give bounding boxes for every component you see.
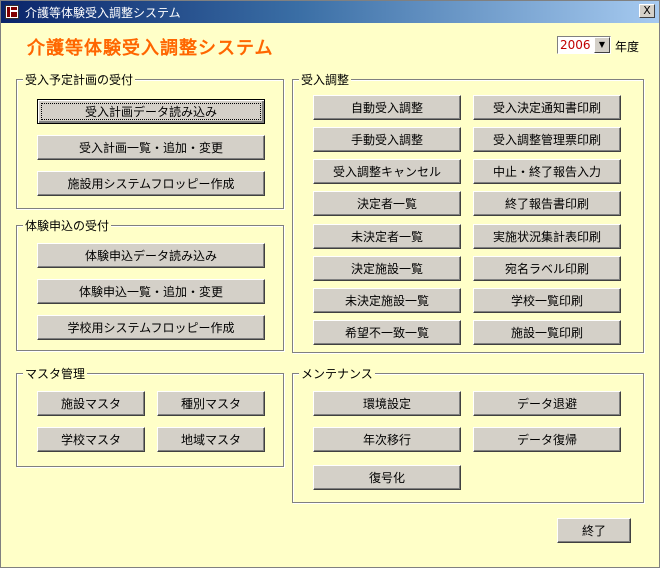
year-value: 2006 <box>560 38 591 52</box>
print-school-list-button[interactable]: 学校一覧印刷 <box>473 288 621 313</box>
manual-adjust-button[interactable]: 手動受入調整 <box>313 127 461 152</box>
print-facility-list-button[interactable]: 施設一覧印刷 <box>473 320 621 345</box>
group-label: マスタ管理 <box>23 365 88 382</box>
decided-list-button[interactable]: 決定者一覧 <box>313 191 461 216</box>
school-floppy-button[interactable]: 学校用システムフロッピー作成 <box>37 315 265 340</box>
annual-transition-button[interactable]: 年次移行 <box>313 427 461 452</box>
undecided-facility-list-button[interactable]: 未決定施設一覧 <box>313 288 461 313</box>
auto-adjust-button[interactable]: 自動受入調整 <box>313 95 461 120</box>
print-end-report-button[interactable]: 終了報告書印刷 <box>473 191 621 216</box>
year-label: 年度 <box>615 40 640 54</box>
type-master-button[interactable]: 種別マスタ <box>157 391 265 416</box>
mismatch-list-button[interactable]: 希望不一致一覧 <box>313 320 461 345</box>
group-label: 受入予定計画の受付 <box>23 71 136 88</box>
region-master-button[interactable]: 地域マスタ <box>157 427 265 452</box>
group-label: 体験申込の受付 <box>23 217 112 234</box>
school-master-button[interactable]: 学校マスタ <box>37 427 145 452</box>
print-address-label-button[interactable]: 宛名ラベル印刷 <box>473 256 621 281</box>
print-adjust-sheet-button[interactable]: 受入調整管理票印刷 <box>473 127 621 152</box>
exit-button[interactable]: 終了 <box>557 518 631 543</box>
window-title: 介護等体験受入調整システム <box>25 6 181 20</box>
decided-facility-list-button[interactable]: 決定施設一覧 <box>313 256 461 281</box>
environment-settings-button[interactable]: 環境設定 <box>313 391 461 416</box>
app-icon <box>5 5 19 19</box>
plan-list-button[interactable]: 受入計画一覧・追加・変更 <box>37 135 265 160</box>
group-adjustment: 受入調整 自動受入調整 手動受入調整 受入調整キャンセル 決定者一覧 未決定者一… <box>292 71 644 353</box>
application-list-button[interactable]: 体験申込一覧・追加・変更 <box>37 279 265 304</box>
print-decision-notice-button[interactable]: 受入決定通知書印刷 <box>473 95 621 120</box>
load-application-data-button[interactable]: 体験申込データ読み込み <box>37 243 265 268</box>
group-label: 受入調整 <box>299 71 352 88</box>
stop-end-report-button[interactable]: 中止・終了報告入力 <box>473 159 621 184</box>
group-reception-plan: 受入予定計画の受付 受入計画データ読み込み 受入計画一覧・追加・変更 施設用シス… <box>16 71 284 209</box>
group-label: メンテナンス <box>299 365 375 382</box>
data-restore-button[interactable]: データ復帰 <box>473 427 621 452</box>
load-plan-data-button[interactable]: 受入計画データ読み込み <box>37 99 265 124</box>
print-status-summary-button[interactable]: 実施状況集計表印刷 <box>473 224 621 249</box>
close-button[interactable]: X <box>639 4 655 18</box>
undecided-list-button[interactable]: 未決定者一覧 <box>313 224 461 249</box>
year-select[interactable]: 2006 ▼ <box>557 36 611 54</box>
facility-floppy-button[interactable]: 施設用システムフロッピー作成 <box>37 171 265 196</box>
app-title: 介護等体験受入調整システム <box>27 38 274 59</box>
group-experience-application: 体験申込の受付 体験申込データ読み込み 体験申込一覧・追加・変更 学校用システム… <box>16 217 284 351</box>
decrypt-button[interactable]: 復号化 <box>313 465 461 490</box>
chevron-down-icon[interactable]: ▼ <box>594 37 610 53</box>
group-master: マスタ管理 施設マスタ 種別マスタ 学校マスタ 地域マスタ <box>16 365 284 467</box>
group-maintenance: メンテナンス 環境設定 データ退避 年次移行 データ復帰 復号化 <box>292 365 644 503</box>
data-backup-button[interactable]: データ退避 <box>473 391 621 416</box>
title-bar[interactable]: 介護等体験受入調整システム X <box>1 1 659 23</box>
cancel-adjust-button[interactable]: 受入調整キャンセル <box>313 159 461 184</box>
facility-master-button[interactable]: 施設マスタ <box>37 391 145 416</box>
main-window: 介護等体験受入調整システム X 介護等体験受入調整システム 2006 ▼ 年度 … <box>0 0 660 568</box>
